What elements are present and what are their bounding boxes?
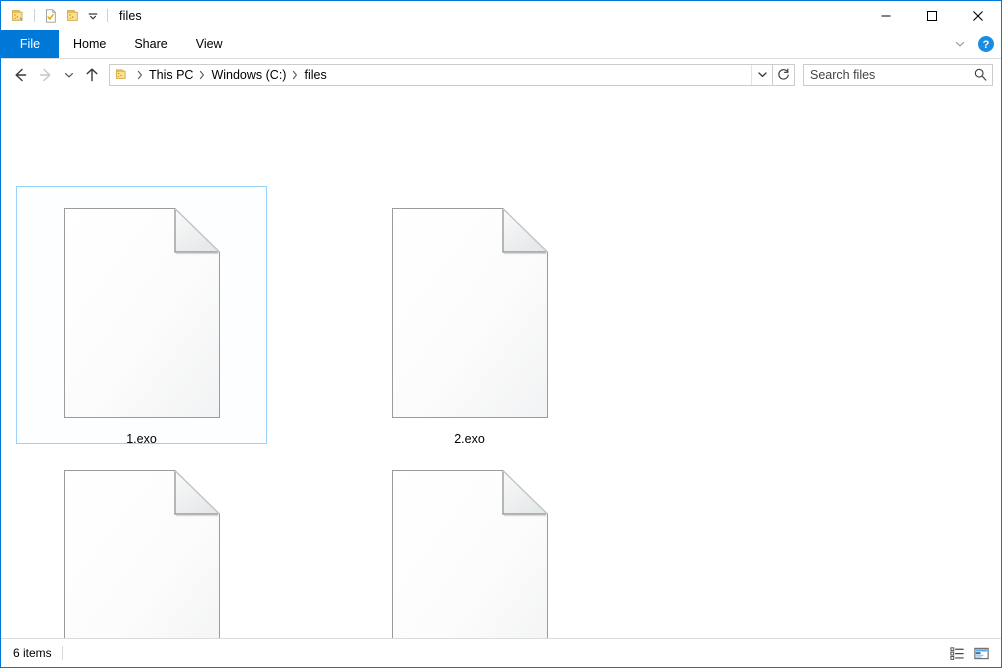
svg-text:?: ? xyxy=(983,39,990,51)
large-icons-view-button[interactable] xyxy=(969,642,993,664)
document-icon-glyph xyxy=(391,208,548,418)
document-icon-glyph xyxy=(391,470,548,640)
window-controls xyxy=(863,1,1001,30)
address-bar: This PC Windows (C:) files xyxy=(1,59,1001,90)
up-button[interactable] xyxy=(79,63,105,87)
qat-separator-2 xyxy=(107,9,108,22)
customize-qat-chevron-down-icon[interactable] xyxy=(84,5,102,27)
title-bar: files xyxy=(1,1,1001,30)
breadcrumb-item-files[interactable]: files xyxy=(303,68,327,82)
tab-view[interactable]: View xyxy=(182,30,237,58)
document-icon-glyph xyxy=(63,470,220,640)
file-grid: 1.exo 2.exo xyxy=(16,186,976,640)
file-item[interactable]: 4.exo xyxy=(344,448,595,640)
file-item[interactable]: 3.exo xyxy=(16,448,267,640)
document-icon-glyph xyxy=(63,208,220,418)
breadcrumb-separator-icon[interactable] xyxy=(132,69,148,81)
document-icon xyxy=(391,470,548,640)
file-item[interactable]: 1.exo xyxy=(16,186,267,446)
ribbon-collapse-chevron-down-icon[interactable] xyxy=(949,32,971,56)
qat-separator-1 xyxy=(34,9,35,22)
breadcrumb-folder-icon xyxy=(110,67,132,82)
item-count-label: 6 items xyxy=(13,646,52,660)
window-title: files xyxy=(119,8,142,23)
tab-home[interactable]: Home xyxy=(59,30,120,58)
ribbon-right-controls: ? xyxy=(949,30,997,58)
breadcrumb-item-this-pc[interactable]: This PC xyxy=(148,68,194,82)
search-icon[interactable] xyxy=(968,67,992,82)
file-name-label: 2.exo xyxy=(454,432,485,446)
ribbon-tab-bar: File Home Share View ? xyxy=(1,30,1001,59)
maximize-button[interactable] xyxy=(909,1,955,30)
tab-file[interactable]: File xyxy=(1,30,59,58)
status-separator xyxy=(61,646,63,660)
folder-icon[interactable] xyxy=(62,5,84,27)
back-button[interactable] xyxy=(7,63,33,87)
quick-access-toolbar xyxy=(7,1,113,30)
file-item[interactable]: 2.exo xyxy=(344,186,595,446)
tab-share[interactable]: Share xyxy=(120,30,181,58)
forward-button[interactable] xyxy=(33,63,59,87)
status-bar: 6 items xyxy=(1,638,1001,667)
minimize-button[interactable] xyxy=(863,1,909,30)
refresh-icon[interactable] xyxy=(773,63,795,86)
search-box[interactable] xyxy=(803,63,993,86)
search-input[interactable] xyxy=(804,67,968,82)
document-icon xyxy=(391,208,548,418)
breadcrumb[interactable]: This PC Windows (C:) files xyxy=(109,63,773,86)
address-dropdown-chevron-down-icon[interactable] xyxy=(751,64,772,85)
document-icon xyxy=(63,470,220,640)
file-name-label: 1.exo xyxy=(126,432,157,446)
breadcrumb-item-windows-c[interactable]: Windows (C:) xyxy=(210,68,287,82)
document-icon xyxy=(63,208,220,418)
new-folder-icon[interactable] xyxy=(40,5,62,27)
file-list-view[interactable]: 1.exo 2.exo xyxy=(1,90,1001,640)
help-icon[interactable]: ? xyxy=(975,33,997,55)
breadcrumb-separator-icon[interactable] xyxy=(287,69,303,81)
folder-properties-icon[interactable] xyxy=(7,5,29,27)
explorer-window: files File Home Share View ? This PC Win… xyxy=(0,0,1002,668)
close-button[interactable] xyxy=(955,1,1001,30)
breadcrumb-separator-icon[interactable] xyxy=(194,69,210,81)
details-view-button[interactable] xyxy=(945,642,969,664)
recent-locations-chevron-down-icon[interactable] xyxy=(59,63,79,87)
